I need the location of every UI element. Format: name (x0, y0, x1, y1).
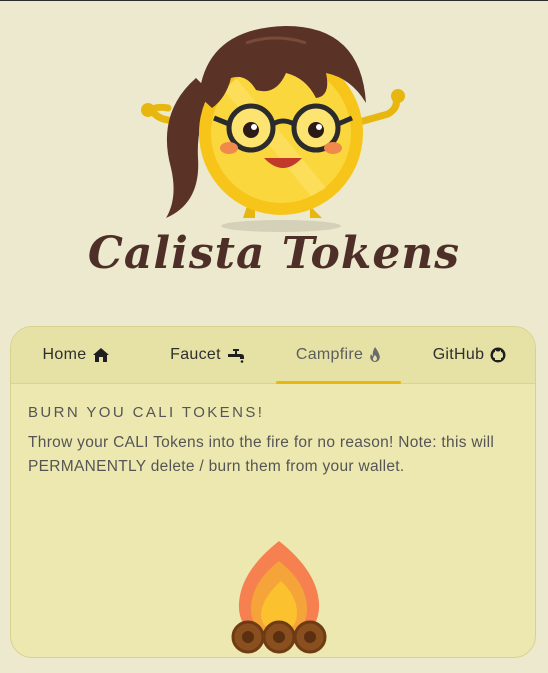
tab-campfire-label: Campfire (295, 346, 364, 363)
tab-faucet-label: Faucet (170, 346, 221, 363)
top-border (0, 0, 548, 1)
tab-home-label: Home (42, 346, 87, 363)
brand-logo-text: Calista Tokens (87, 228, 461, 279)
nav-tabs: Home Faucet Campfire GitHub (11, 327, 535, 384)
github-icon (490, 347, 506, 363)
brand-logo: Calista Tokens (0, 10, 548, 310)
campfire-description: Throw your CALI Tokens into the fire for… (28, 434, 495, 475)
campfire-heading: BURN YOU CALI TOKENS! (28, 404, 265, 421)
faucet-icon (227, 349, 244, 363)
fire-icon (370, 347, 380, 362)
campfire-panel: BURN YOU CALI TOKENS! Throw your CALI To… (11, 384, 535, 479)
mascot-illustration (141, 26, 405, 232)
tab-github[interactable]: GitHub (404, 327, 535, 383)
tab-home[interactable]: Home (11, 327, 142, 383)
tab-faucet[interactable]: Faucet (142, 327, 273, 383)
tab-github-label: GitHub (432, 346, 485, 363)
tab-campfire[interactable]: Campfire (273, 327, 404, 384)
home-icon (93, 348, 110, 362)
campfire-illustration[interactable] (229, 541, 329, 656)
main-card: Home Faucet Campfire GitHub BURN YOU CAL… (10, 326, 536, 658)
